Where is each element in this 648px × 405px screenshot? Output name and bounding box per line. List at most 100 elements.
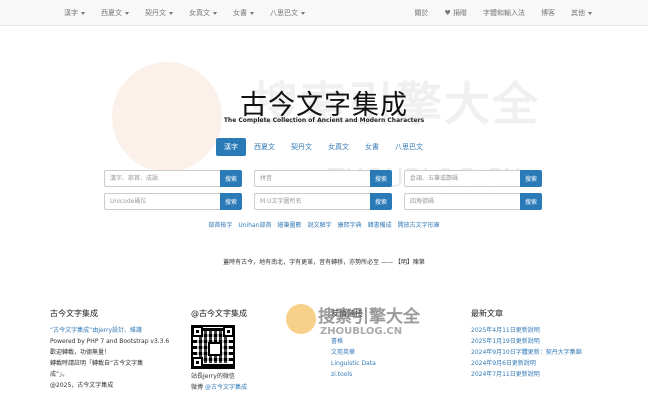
topnav-left-label: 女真文 [189, 9, 210, 17]
quick-links: 部首檢字 Unihan部首 繪筆圖數 說文解字 康熙字典 韓書備成 開放古文字形… [0, 220, 648, 229]
search-field-hanzi: 搜索 [104, 170, 242, 187]
qr-corner-icon [223, 326, 234, 337]
topnav-right-label: 其他 [571, 9, 585, 17]
link-kangxi[interactable]: 康熙字典 [338, 220, 362, 229]
link-bushou[interactable]: 部首檢字 [208, 220, 232, 229]
topnav-right-label: 字體和輸入法 [483, 9, 525, 17]
search-row-2: 搜索 搜索 搜索 [104, 193, 542, 210]
search-field-unicode: 搜索 [104, 193, 242, 210]
search-input-sijiao[interactable] [404, 193, 520, 210]
quote: 蓋時有古今，地有南北，字有更革，音有轉移，亦勢所必至 —— 【明】陳第 [223, 259, 425, 266]
footer: 古今文字集成 “古今文字集成”由Jerry設計、維護 Powered by PH… [0, 298, 648, 405]
script-tabs: 漢字 西夏文 契丹文 女真文 女書 八思巴文 [216, 138, 431, 156]
search-field-pinyin: 搜索 [254, 170, 392, 187]
topnav-left-2[interactable]: 契丹文 [137, 8, 181, 18]
topnav-left-5[interactable]: 八思巴文 [262, 8, 313, 18]
search-button-sijiao[interactable]: 搜索 [520, 193, 542, 210]
topnav-left-label: 西夏文 [101, 9, 122, 17]
footer-col-friends: 友情鏈接 … 書格 文苑英華 Linguistic Data zi.tools [331, 308, 376, 380]
topnav-right-3[interactable]: 博客 [533, 8, 563, 18]
search-button-hanzi[interactable]: 搜索 [220, 170, 242, 187]
footer-col-articles: 最新文章 2025年4月11日更新說明 2025年1月19日更新說明 2024年… [471, 308, 582, 380]
search-button-mu[interactable]: 搜索 [370, 193, 392, 210]
link-unihan[interactable]: Unihan部首 [238, 220, 271, 229]
top-nav-right: 關於 ♥ 捐贈 字體和輸入法 博客 其他 [406, 0, 600, 26]
search-field-sijiao: 搜索 [404, 193, 542, 210]
article-link[interactable]: 2025年1月19日更新說明 [471, 336, 582, 347]
footer-col-about: 古今文字集成 “古今文字集成”由Jerry設計、維護 Powered by PH… [50, 308, 169, 391]
topnav-left-4[interactable]: 女書 [225, 8, 262, 18]
search-input-hanzi[interactable] [104, 170, 220, 187]
link-huibi[interactable]: 繪筆圖數 [278, 220, 302, 229]
friend-link[interactable]: Linguistic Data [331, 358, 376, 369]
tab-hanzi[interactable]: 漢字 [216, 138, 246, 156]
search-input-cangjie[interactable] [404, 170, 520, 187]
weibo-link[interactable]: @古今文字集成 [205, 384, 247, 391]
wechat-caption: 站長Jerry的微信 [191, 373, 235, 380]
qr-corner-icon [192, 326, 203, 337]
site-subtitle: The Complete Collection of Ancient and M… [223, 117, 425, 124]
qr-corner-icon [192, 357, 203, 368]
search-input-mu[interactable] [254, 193, 370, 210]
search-button-pinyin[interactable]: 搜索 [370, 170, 392, 187]
tab-nvshu[interactable]: 女書 [357, 138, 387, 156]
footer-powered: Powered by PHP 7 and Bootstrap v3.3.6 [50, 338, 170, 345]
search-field-mu: 搜索 [254, 193, 392, 210]
topnav-right-label: 關於 [414, 9, 429, 17]
caret-down-icon [81, 11, 85, 15]
topnav-left-label: 女書 [233, 9, 247, 17]
caret-down-icon [125, 11, 129, 15]
topnav-left-label: 漢字 [64, 9, 78, 17]
footer-col-social: @古今文字集成 站長Jerry的微信 微博 @古今文字集成 [191, 308, 247, 393]
footer-designer-link[interactable]: “古今文字集成”由Jerry設計、維護 [50, 325, 169, 336]
article-link[interactable]: 2024年9月10日字體更新：契丹大字集錦 [471, 347, 582, 358]
friend-link[interactable]: … [331, 325, 376, 336]
topnav-right-2[interactable]: 字體和輸入法 [475, 8, 533, 18]
friend-link[interactable]: 文苑英華 [331, 347, 376, 358]
topnav-right-label: ♥ 捐贈 [444, 9, 467, 17]
topnav-left-0[interactable]: 漢字 [56, 8, 93, 18]
search-row-1: 搜索 搜索 搜索 [104, 170, 542, 187]
caret-down-icon [169, 11, 173, 15]
top-navbar: 漢字 西夏文 契丹文 女真文 女書 八思巴文 關於 ♥ 捐贈 字體和輸入法 博客 其他 [0, 0, 648, 26]
link-open-fonts[interactable]: 開放古文字形庫 [398, 220, 440, 229]
footer-heading-articles: 最新文章 [471, 309, 503, 318]
tab-nvzhen[interactable]: 女真文 [320, 138, 357, 156]
tab-qidan[interactable]: 契丹文 [283, 138, 320, 156]
topnav-left-1[interactable]: 西夏文 [93, 8, 137, 18]
caret-down-icon [588, 11, 592, 15]
topnav-left-label: 八思巴文 [270, 9, 298, 17]
search-input-pinyin[interactable] [254, 170, 370, 187]
topnav-right-4[interactable]: 其他 [563, 8, 600, 18]
footer-attribution: 轉載時請註明「轉載自“古今文字集成”」。 [50, 360, 144, 378]
caret-down-icon [213, 11, 217, 15]
top-nav-left: 漢字 西夏文 契丹文 女真文 女書 八思巴文 [56, 0, 313, 26]
topnav-right-1[interactable]: ♥ 捐贈 [436, 8, 475, 18]
topnav-left-3[interactable]: 女真文 [181, 8, 225, 18]
weibo-label: 微博 [191, 384, 204, 391]
footer-copyright: @2025，古今文字集成 [50, 382, 114, 389]
wechat-qr-code [191, 325, 235, 369]
caret-down-icon [301, 11, 305, 15]
friend-link[interactable]: 書格 [331, 336, 376, 347]
caret-down-icon [250, 11, 254, 15]
article-link[interactable]: 2025年4月11日更新說明 [471, 325, 582, 336]
link-shuowen[interactable]: 說文解字 [308, 220, 332, 229]
footer-heading-social: @古今文字集成 [191, 309, 247, 318]
search-input-unicode[interactable] [104, 193, 220, 210]
search-button-unicode[interactable]: 搜索 [220, 193, 242, 210]
link-hanshu[interactable]: 韓書備成 [368, 220, 392, 229]
footer-welcome: 歡迎轉載，功德無量！ [50, 349, 111, 356]
article-link[interactable]: 2024年7月11日更新說明 [471, 369, 582, 380]
search-field-cangjie: 搜索 [404, 170, 542, 187]
search-button-cangjie[interactable]: 搜索 [520, 170, 542, 187]
article-link[interactable]: 2024年9月6日更新說明 [471, 358, 582, 369]
tab-basiba[interactable]: 八思巴文 [387, 138, 431, 156]
topnav-right-label: 博客 [541, 9, 555, 17]
topnav-left-label: 契丹文 [145, 9, 166, 17]
tab-xixia[interactable]: 西夏文 [246, 138, 283, 156]
topnav-right-0[interactable]: 關於 [406, 8, 436, 18]
friend-link[interactable]: zi.tools [331, 369, 376, 380]
weibo-line: 微博 @古今文字集成 [191, 382, 247, 393]
footer-heading-friends: 友情鏈接 [331, 309, 363, 318]
